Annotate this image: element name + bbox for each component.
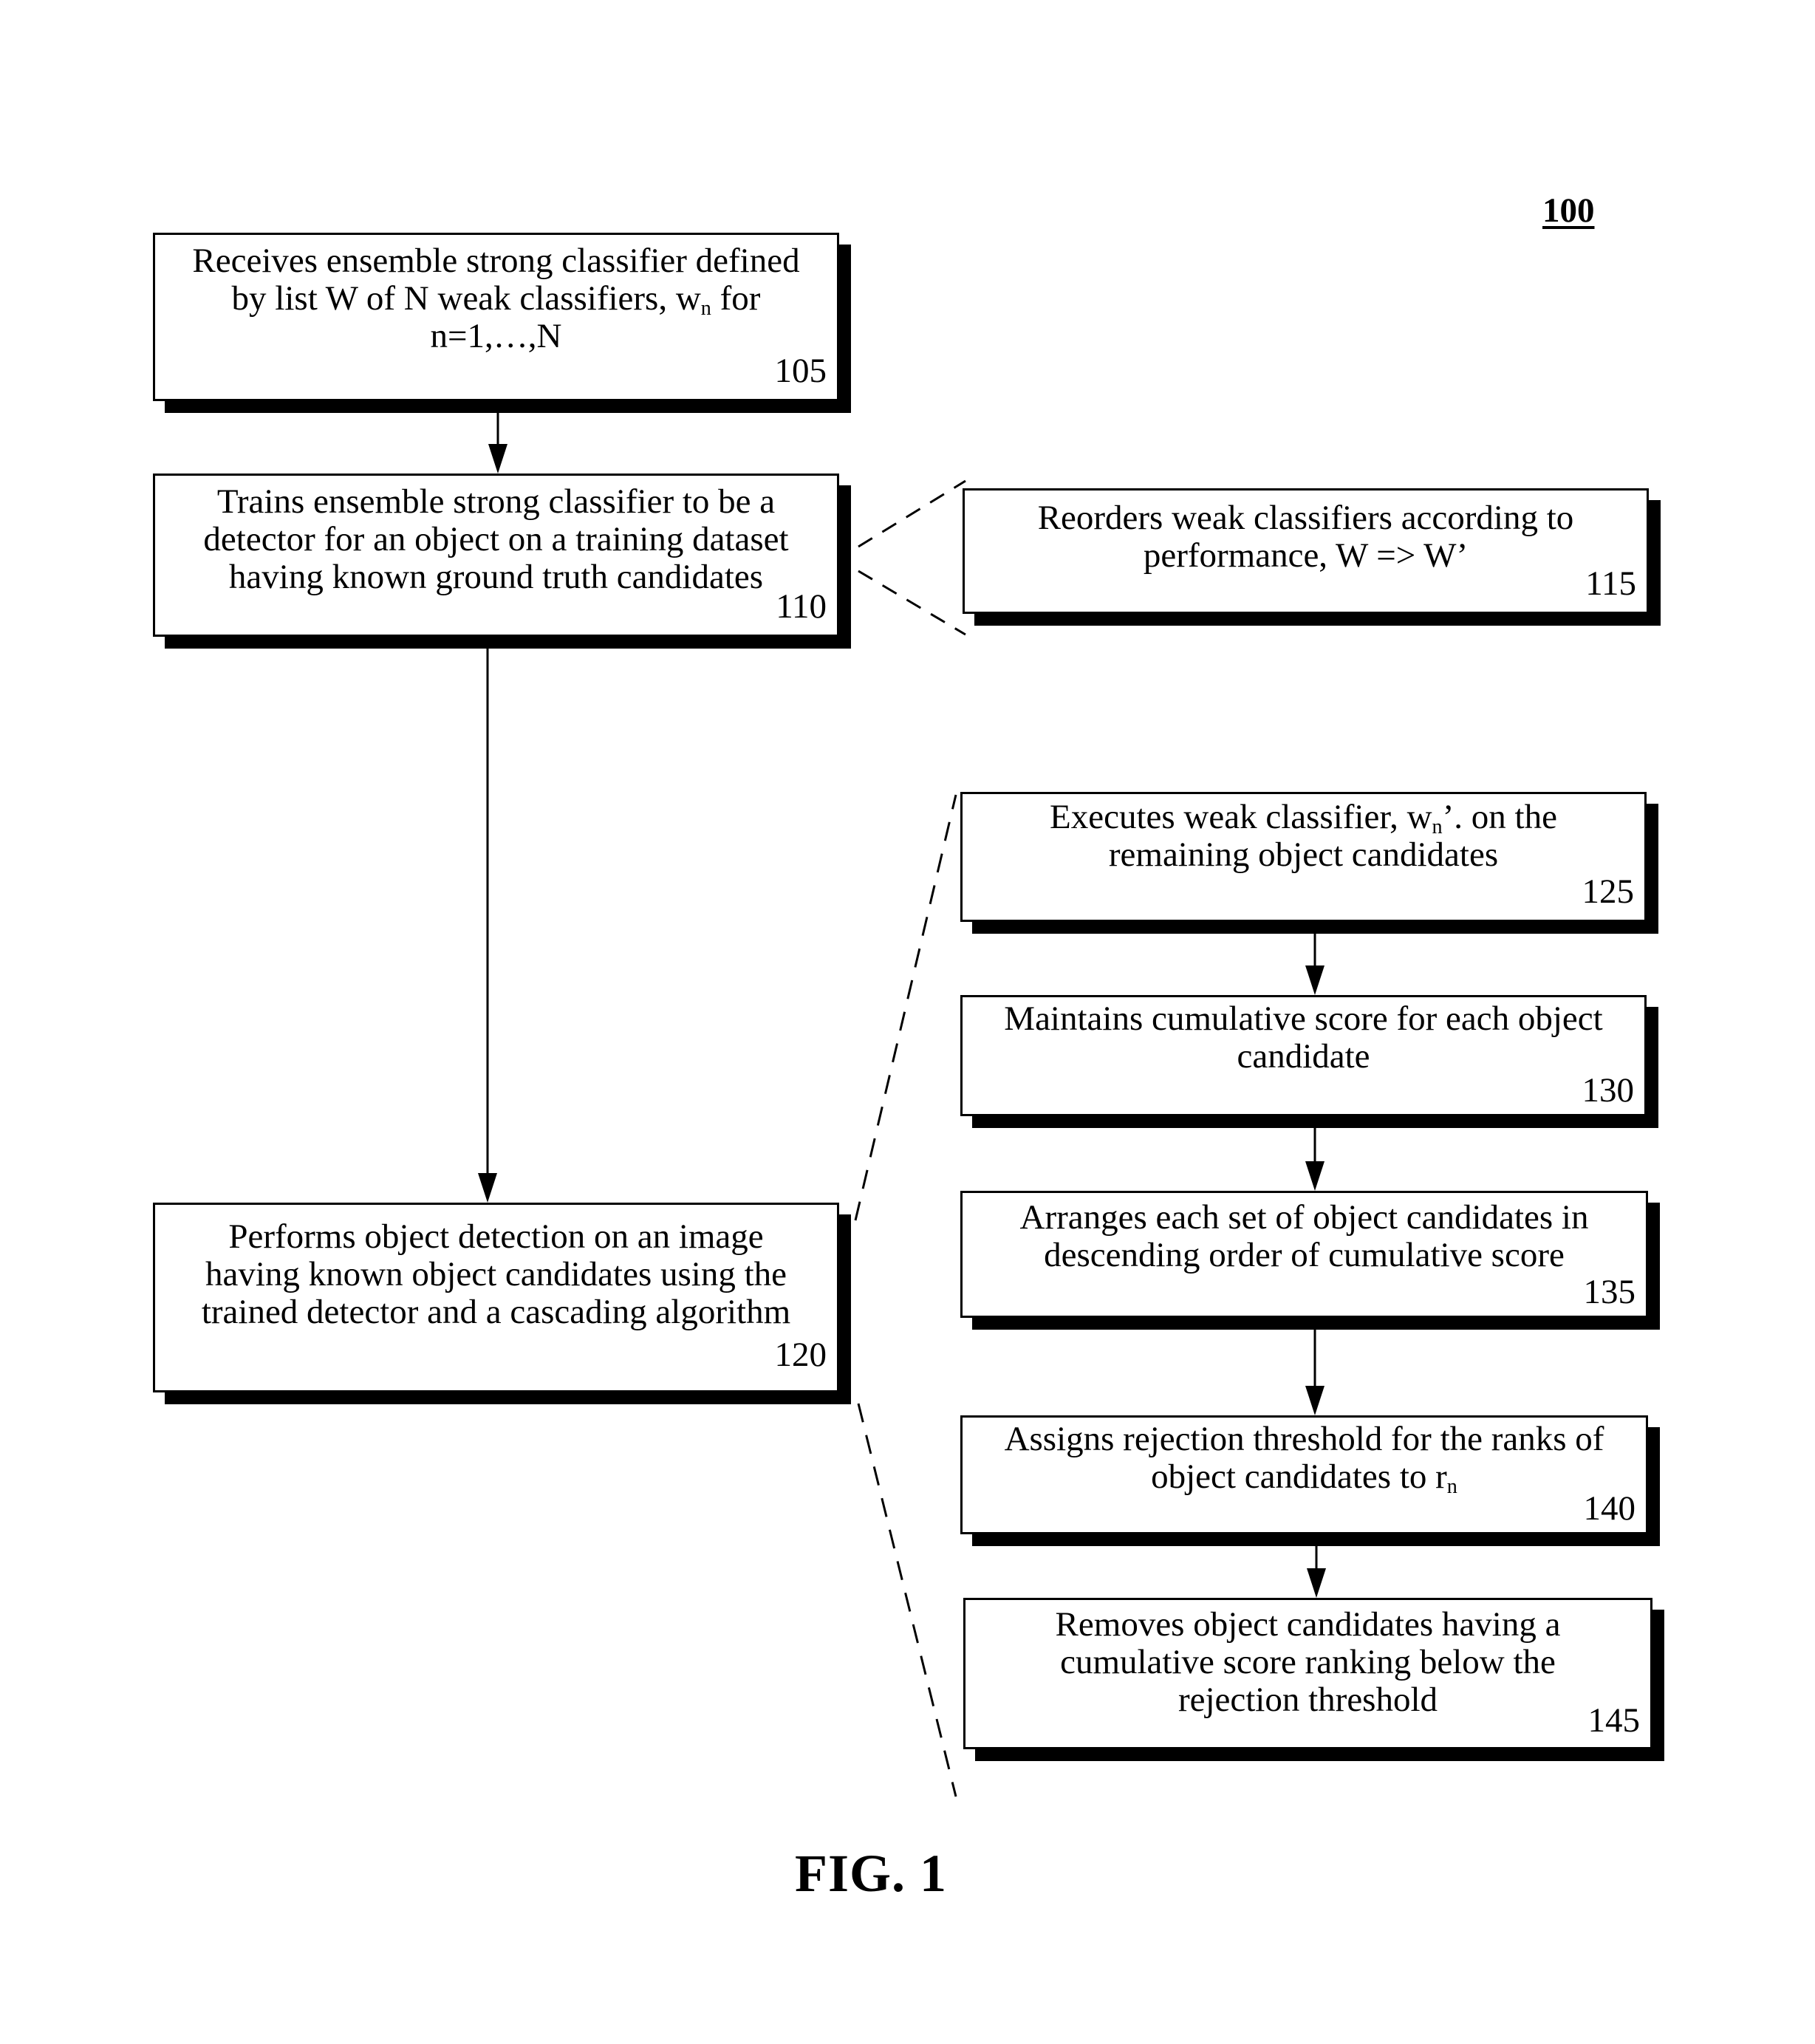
step-number: 125 [1582, 872, 1635, 911]
step-text-line: Performs object detection on an image [228, 1217, 764, 1256]
step-number: 130 [1582, 1071, 1635, 1110]
figure-reference-numeral: 100 [1542, 191, 1595, 230]
dashed-expansion-120-steps [854, 794, 957, 1797]
step-text-line: Reorders weak classifiers according to [1037, 499, 1574, 537]
step-number: 140 [1583, 1489, 1636, 1528]
step-text-line: having known ground truth candidates [228, 558, 764, 596]
arrow-140-145 [1307, 1546, 1326, 1598]
step-number: 135 [1583, 1273, 1636, 1311]
step-box-130: Maintains cumulative score for each obje… [960, 995, 1647, 1116]
step-text-line: n=1,…,N [430, 317, 562, 355]
arrow-105-110 [488, 413, 507, 474]
step-box-140: Assigns rejection threshold for the rank… [960, 1415, 1648, 1534]
step-text-line: detector for an object on a training dat… [203, 520, 789, 558]
subscript: n [1446, 1475, 1457, 1499]
arrow-135-140 [1305, 1330, 1324, 1415]
step-text-line: descending order of cumulative score [1044, 1236, 1565, 1274]
step-text-line: performance, W => W’ [1143, 536, 1469, 575]
step-text-line: Trains ensemble strong classifier to be … [216, 482, 776, 521]
step-text: Receives ensemble strong classifier defi… [170, 242, 822, 355]
step-number: 115 [1585, 564, 1636, 603]
step-text-line: Executes weak classifier, wn’. on the [1050, 798, 1557, 839]
step-text-line: object candidates to rn [1151, 1457, 1457, 1499]
step-text-line: Removes object candidates having a [1055, 1605, 1561, 1644]
arrow-110-120 [478, 649, 497, 1203]
step-text: Executes weak classifier, wn’. on the rem… [977, 799, 1630, 874]
step-box-135: Arranges each set of object candidates i… [960, 1191, 1648, 1318]
step-text-line: Arranges each set of object candidates i… [1019, 1198, 1589, 1237]
step-box-115: Reorders weak classifiers according to pe… [963, 488, 1649, 614]
step-text-line: Receives ensemble strong classifier defi… [192, 242, 800, 280]
step-text-line: cumulative score ranking below the [1060, 1643, 1556, 1681]
step-number: 145 [1587, 1701, 1641, 1740]
step-number: 120 [774, 1336, 827, 1374]
step-text-line: remaining object candidates [1108, 835, 1499, 874]
step-text: Performs object detection on an image hav… [170, 1218, 822, 1331]
step-text: Trains ensemble strong classifier to be … [170, 483, 822, 596]
step-text-line: candidate [1237, 1037, 1370, 1076]
step-text: Arranges each set of object candidates i… [977, 1199, 1631, 1274]
step-text-line: having known object candidates using the [205, 1255, 787, 1293]
step-text-line: rejection threshold [1177, 1681, 1438, 1719]
step-text-line: by list W of N weak classifiers, wn for [231, 279, 761, 321]
step-text-line: trained detector and a cascading algorit… [201, 1293, 791, 1331]
dashed-expansion-110-115 [858, 479, 966, 636]
step-number: 110 [776, 587, 827, 626]
subscript: n [700, 297, 711, 321]
step-text: Assigns rejection threshold for the rank… [977, 1420, 1631, 1499]
step-text-line: Maintains cumulative score for each obje… [1004, 999, 1603, 1038]
arrow-125-130 [1305, 934, 1324, 995]
step-box-145: Removes object candidates having a cumula… [963, 1598, 1652, 1749]
step-text-line: Assigns rejection threshold for the rank… [1004, 1420, 1604, 1458]
step-text: Removes object candidates having a cumula… [980, 1606, 1635, 1719]
arrow-130-135 [1305, 1128, 1324, 1191]
step-text: Maintains cumulative score for each obje… [977, 1000, 1630, 1076]
step-box-125: Executes weak classifier, wn’. on the rem… [960, 792, 1647, 922]
step-box-110: Trains ensemble strong classifier to be … [153, 474, 839, 637]
step-text: Reorders weak classifiers according to pe… [980, 499, 1632, 575]
step-box-120: Performs object detection on an image hav… [153, 1203, 839, 1392]
step-number: 105 [774, 352, 827, 390]
figure-caption: FIG. 1 [795, 1844, 948, 1903]
step-box-105: Receives ensemble strong classifier defi… [153, 233, 839, 401]
